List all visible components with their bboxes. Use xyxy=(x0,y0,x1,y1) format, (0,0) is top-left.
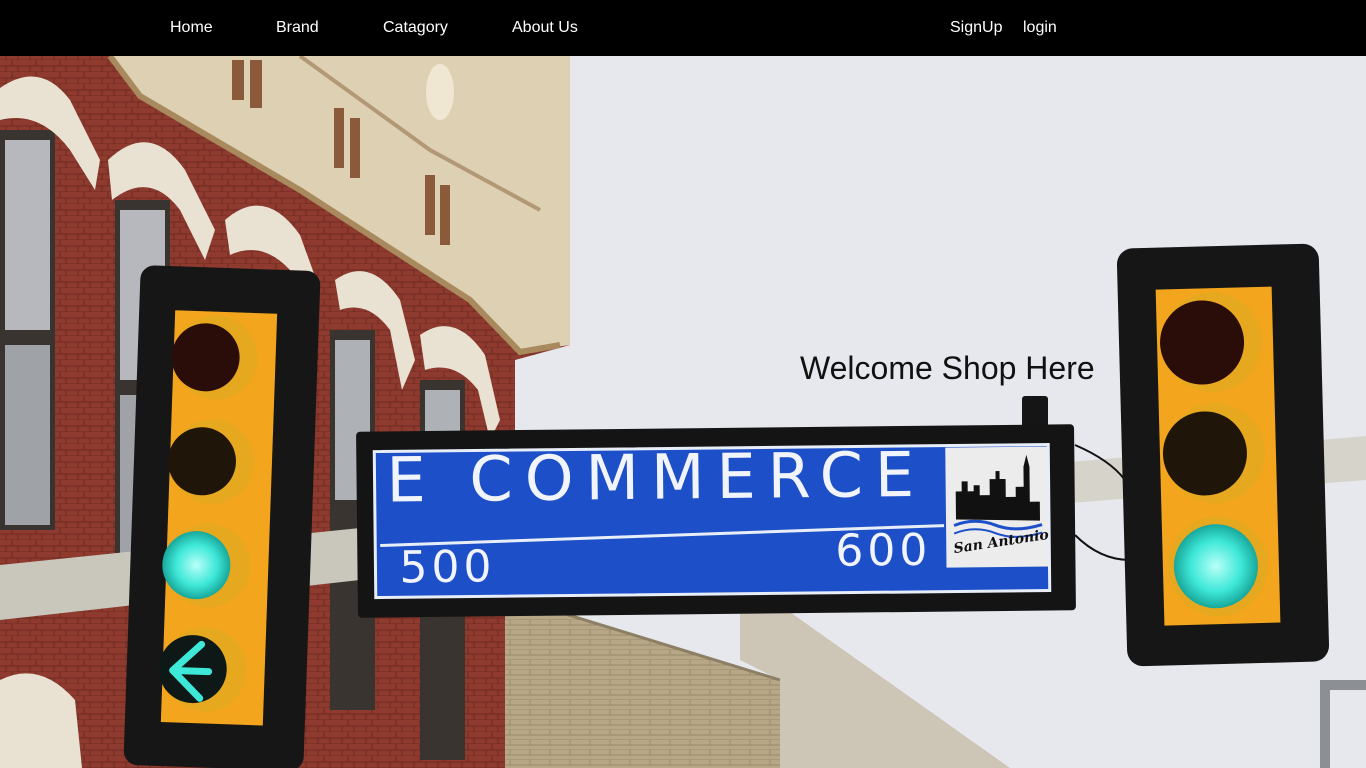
sign-street-name: E COMMERCE xyxy=(386,437,927,517)
nav-link-about-us[interactable]: About Us xyxy=(512,18,578,38)
sign-block-left: 500 xyxy=(399,541,496,594)
welcome-heading: Welcome Shop Here xyxy=(800,350,1095,386)
nav-link-login[interactable]: login xyxy=(1023,18,1057,38)
nav-link-brand[interactable]: Brand xyxy=(276,18,319,38)
street-sign: E COMMERCE 500 600 San Antonio xyxy=(356,424,1076,618)
hero-background-image xyxy=(0,56,1366,768)
nav-link-home[interactable]: Home xyxy=(170,18,213,38)
nav-link-signup[interactable]: SignUp xyxy=(950,18,1002,38)
hero-banner: E COMMERCE 500 600 San Antonio Welcome S… xyxy=(0,56,1366,768)
sign-city-logo-text: San Antonio xyxy=(952,526,1050,558)
nav-link-category[interactable]: Catagory xyxy=(383,18,448,38)
top-navbar: Home Brand Catagory About Us SignUp logi… xyxy=(0,0,1366,56)
sign-block-right: 600 xyxy=(835,524,932,577)
